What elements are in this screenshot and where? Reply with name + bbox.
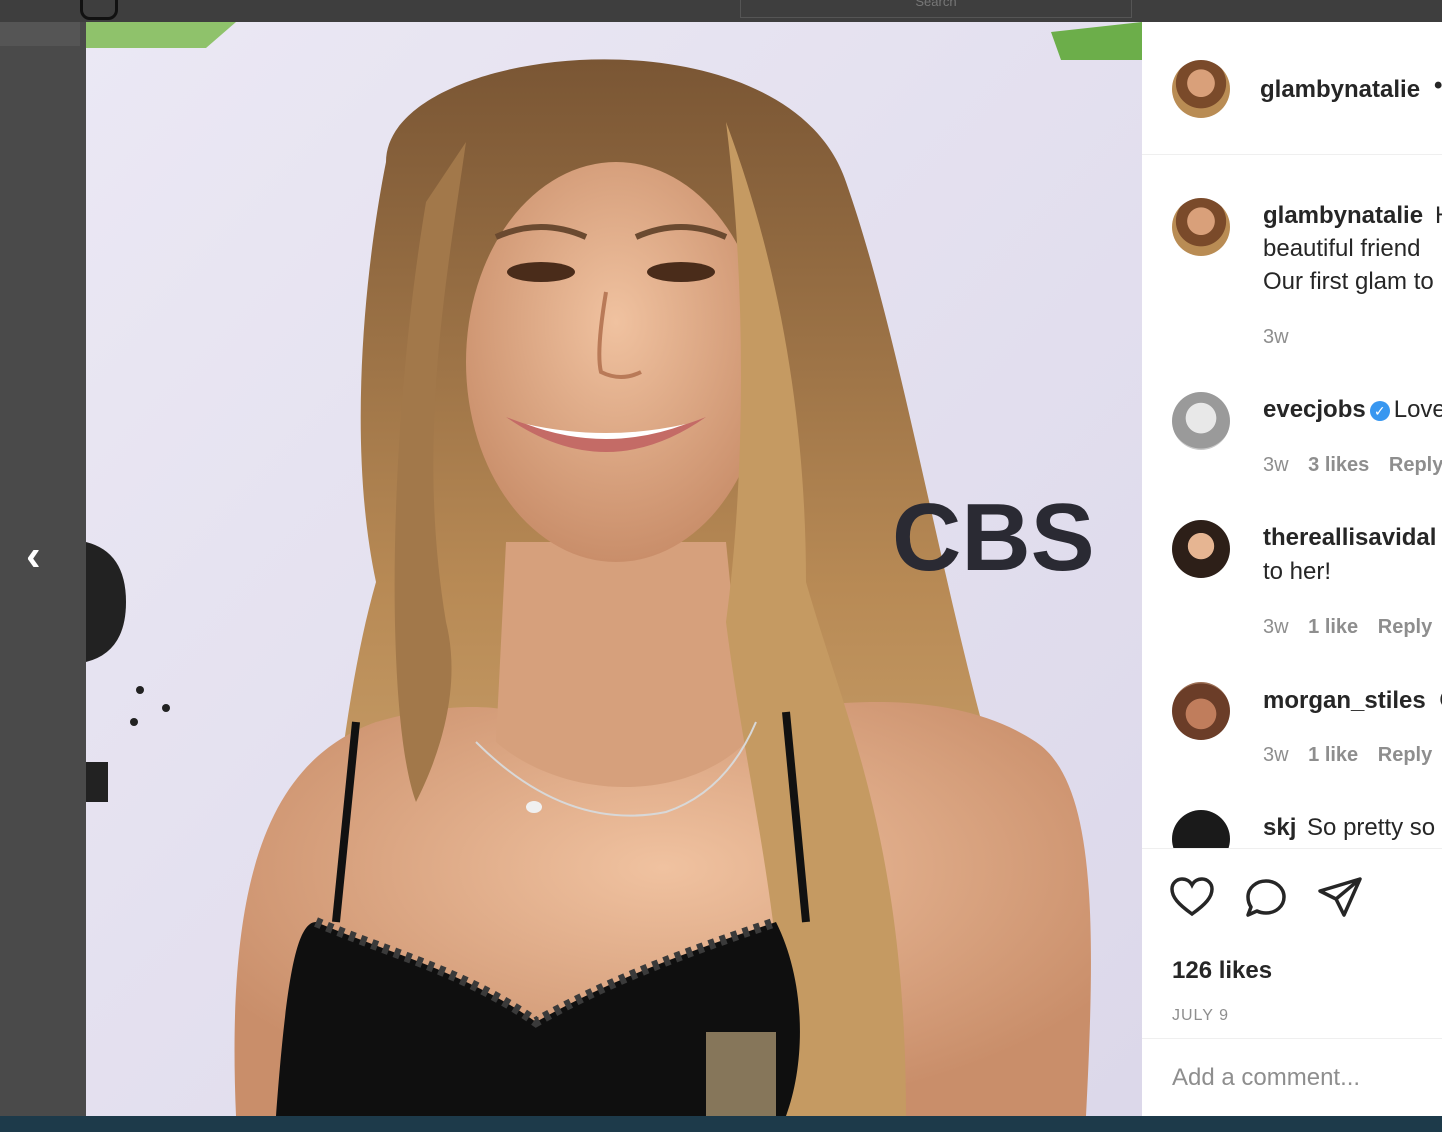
add-comment-input[interactable] [1170, 1059, 1434, 1097]
reply-button[interactable]: Reply [1389, 454, 1442, 476]
reply-button[interactable]: Reply [1378, 744, 1432, 766]
comment-likes[interactable]: 1 like [1308, 616, 1358, 638]
avatar[interactable] [1172, 520, 1230, 578]
comment-bubble-icon[interactable] [1242, 873, 1290, 921]
paper-plane-icon[interactable] [1316, 873, 1364, 921]
post-author-username[interactable]: glambynatalie [1260, 76, 1420, 104]
comment-text: Love [1393, 396, 1442, 423]
search-input[interactable]: Search [740, 0, 1132, 18]
like-count[interactable]: 126 likes [1172, 957, 1272, 985]
add-comment-bar [1142, 1038, 1442, 1116]
verified-badge-icon: ✓ [1369, 400, 1390, 421]
avatar[interactable] [1172, 60, 1230, 118]
os-taskbar [0, 1116, 1442, 1132]
avatar[interactable] [1172, 682, 1230, 740]
comment-username[interactable]: glambynatalie [1263, 202, 1423, 230]
comment-username[interactable]: skj [1263, 814, 1296, 841]
top-navigation-bar: Search [0, 0, 1442, 22]
post-side-panel: glambynatalie • glambynatalie H beautifu… [1142, 22, 1442, 1116]
heart-icon[interactable] [1168, 873, 1216, 921]
comment-username[interactable]: evecjobs [1263, 396, 1366, 423]
comment-likes[interactable]: 3 likes [1308, 454, 1369, 476]
comment-text: So pretty so [1307, 814, 1436, 841]
post-date: JULY 9 [1172, 1007, 1229, 1024]
comment-likes[interactable]: 1 like [1308, 744, 1358, 766]
comment-timestamp: 3w [1263, 326, 1289, 348]
post-actions: 126 likes JULY 9 [1142, 848, 1442, 1039]
instagram-logo-icon[interactable] [80, 0, 118, 20]
caption-text-line: Our first glam to [1263, 268, 1434, 295]
post-photo: CBS [86, 22, 1142, 1116]
comment-text: 😍 [1438, 687, 1442, 714]
caption-text: H [1435, 202, 1442, 230]
comment-timestamp: 3w [1263, 616, 1289, 638]
chevron-left-icon[interactable]: ‹ [26, 534, 62, 580]
avatar[interactable] [1172, 392, 1230, 450]
modal-backdrop-left: ‹ [0, 22, 86, 1116]
cbs-sign-text: CBS [892, 484, 1095, 591]
comment-username[interactable]: thereallisavidal [1263, 524, 1436, 552]
post-image: CBS [86, 22, 1142, 1116]
post-header: glambynatalie • [1142, 22, 1442, 155]
reply-button[interactable]: Reply [1378, 616, 1432, 638]
avatar[interactable] [1172, 198, 1230, 256]
comment-username[interactable]: morgan_stiles [1263, 687, 1426, 714]
comment-text: to her! [1263, 558, 1332, 585]
caption-text-line: beautiful friend [1263, 235, 1421, 262]
search-placeholder: Search [915, 0, 957, 9]
comment-timestamp: 3w [1263, 744, 1289, 766]
comment-timestamp: 3w [1263, 454, 1289, 476]
header-dot: • [1434, 72, 1442, 99]
